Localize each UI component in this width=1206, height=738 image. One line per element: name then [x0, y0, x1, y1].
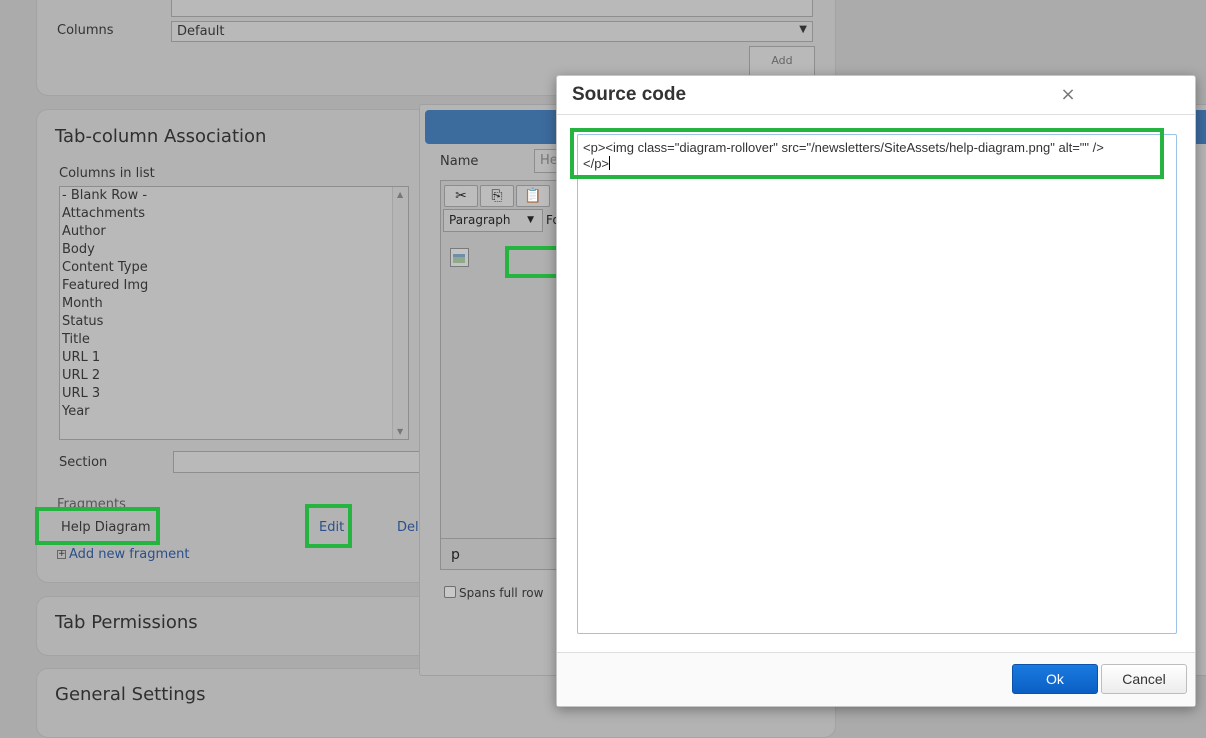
annotation-box-code [570, 128, 1164, 179]
add-new-fragment-link[interactable]: Add new fragment [69, 547, 189, 562]
expand-icon[interactable]: + [57, 550, 66, 559]
source-code-textarea[interactable]: <p><img class="diagram-rollover" src="/n… [577, 134, 1177, 634]
scroll-down-icon[interactable]: ▼ [397, 427, 403, 436]
scroll-up-icon[interactable]: ▲ [397, 190, 403, 199]
columns-in-list-label: Columns in list [59, 166, 155, 181]
panel-title-general-settings: General Settings [55, 684, 206, 705]
columns-listbox[interactable]: - Blank Row - Attachments Author Body Conten… [59, 186, 409, 440]
fragment-name-label: Name [440, 154, 479, 169]
list-item[interactable]: Attachments [60, 205, 408, 223]
list-item[interactable]: Author [60, 223, 408, 241]
broken-image-glyph [453, 254, 465, 263]
list-item[interactable]: Body [60, 241, 408, 259]
broken-image-icon[interactable] [450, 248, 469, 267]
list-item[interactable]: Year [60, 403, 408, 421]
spans-full-row-label: Spans full row [459, 586, 544, 600]
columns-select-value: Default [177, 24, 225, 39]
annotation-box-fragment [35, 507, 160, 545]
element-path[interactable]: p [451, 547, 460, 563]
panel-title-tab-column: Tab-column Association [55, 126, 267, 147]
panel-title-tab-permissions: Tab Permissions [55, 612, 198, 633]
list-item[interactable]: Featured Img [60, 277, 408, 295]
list-item[interactable]: URL 1 [60, 349, 408, 367]
list-item[interactable]: URL 2 [60, 367, 408, 385]
spans-full-row-checkbox[interactable] [444, 586, 456, 598]
section-label: Section [59, 455, 108, 470]
modal-footer: Ok Cancel [557, 652, 1195, 706]
cut-icon[interactable]: ✂ [444, 185, 478, 207]
listbox-scrollbar[interactable]: ▲ ▼ [392, 187, 408, 439]
modal-header: Source code × [557, 76, 1195, 115]
chevron-down-icon: ▼ [799, 24, 807, 35]
paste-icon[interactable]: 📋 [516, 185, 550, 207]
columns-select[interactable]: Default ▼ [171, 21, 813, 42]
list-item[interactable]: Content Type [60, 259, 408, 277]
list-item[interactable]: Title [60, 331, 408, 349]
annotation-box-edit [305, 504, 352, 548]
list-item[interactable]: - Blank Row - [60, 187, 408, 205]
paragraph-dropdown-label: Paragraph [449, 213, 511, 227]
section-input[interactable] [173, 451, 423, 473]
list-item[interactable]: Month [60, 295, 408, 313]
modal-title: Source code [572, 84, 687, 105]
copy-icon[interactable]: ⎘ [480, 185, 514, 207]
list-item[interactable]: Status [60, 313, 408, 331]
add-button[interactable]: Add [749, 46, 815, 76]
header-input[interactable] [171, 0, 813, 17]
close-icon[interactable]: × [1060, 84, 1076, 106]
ok-button[interactable]: Ok [1012, 664, 1098, 694]
columns-label: Columns [57, 23, 114, 38]
list-item[interactable]: URL 3 [60, 385, 408, 403]
columns-list: - Blank Row - Attachments Author Body Conten… [60, 187, 408, 421]
cancel-button[interactable]: Cancel [1101, 664, 1187, 694]
